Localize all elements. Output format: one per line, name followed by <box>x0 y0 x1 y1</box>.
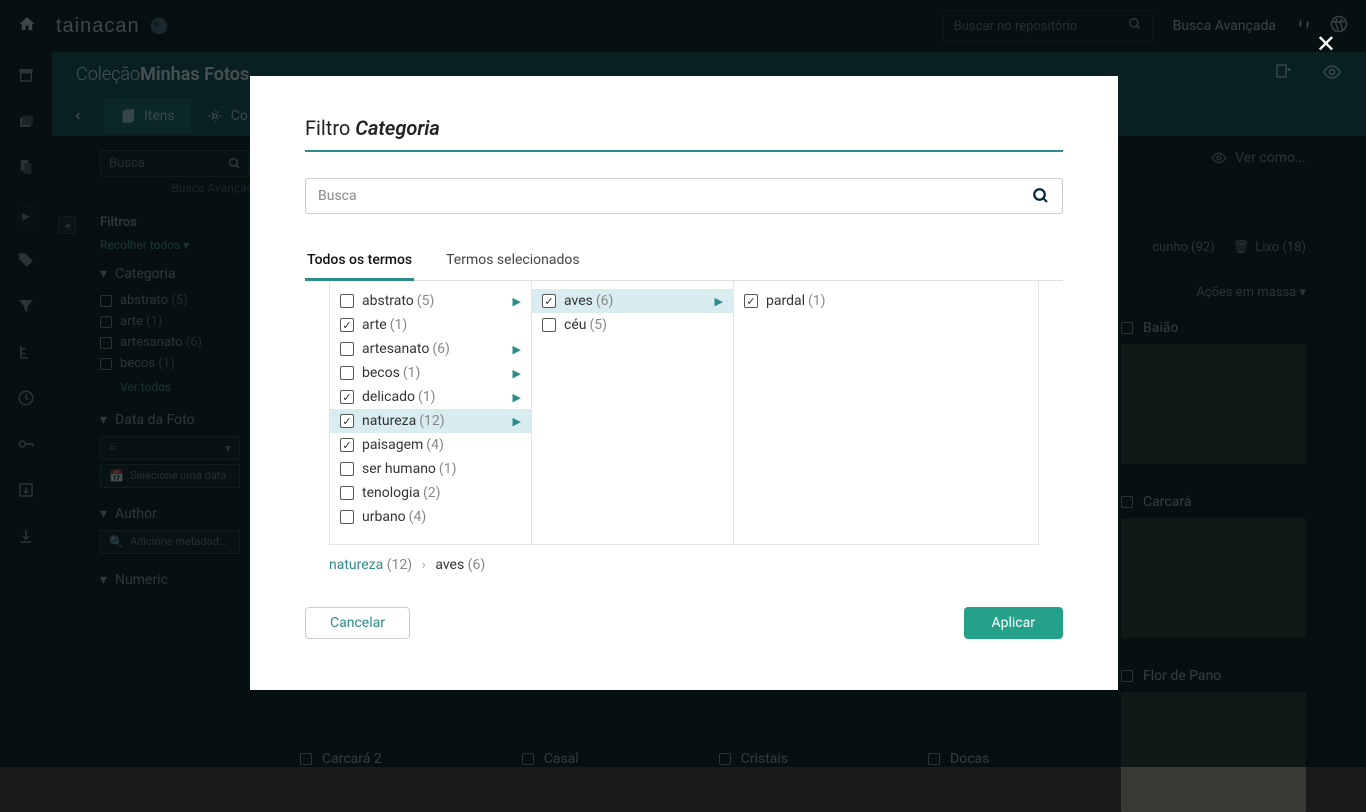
term-col-1: abstrato (5)▶arte (1)artesanato (6)▶beco… <box>330 281 532 544</box>
term-row[interactable]: aves (6)▶ <box>532 289 733 313</box>
checkbox-icon[interactable] <box>340 462 354 476</box>
term-breadcrumb: natureza (12) › aves (6) <box>329 557 1039 573</box>
filter-modal: Filtro Categoria Todos os termos Termos … <box>250 76 1118 690</box>
checkbox-icon[interactable] <box>340 342 354 356</box>
checkbox-icon[interactable] <box>340 438 354 452</box>
term-row[interactable]: becos (1)▶ <box>330 361 531 385</box>
term-row[interactable]: natureza (12)▶ <box>330 409 531 433</box>
tab-selected-terms[interactable]: Termos selecionados <box>444 242 581 280</box>
close-button[interactable]: ✕ <box>1316 30 1336 58</box>
checkbox-icon[interactable] <box>542 318 556 332</box>
checkbox-icon[interactable] <box>340 510 354 524</box>
chevron-right-icon: ▶ <box>513 295 521 308</box>
checkbox-icon[interactable] <box>340 486 354 500</box>
term-row[interactable]: abstrato (5)▶ <box>330 289 531 313</box>
modal-search[interactable] <box>305 178 1063 214</box>
term-row[interactable]: tenologia (2) <box>330 481 531 505</box>
checkbox-icon[interactable] <box>340 294 354 308</box>
term-columns: abstrato (5)▶arte (1)artesanato (6)▶beco… <box>329 281 1039 545</box>
checkbox-icon[interactable] <box>542 294 556 308</box>
term-col-2: aves (6)▶céu (5) <box>532 281 734 544</box>
search-icon <box>1032 187 1050 205</box>
chevron-right-icon: ▶ <box>513 391 521 404</box>
modal-actions: Cancelar Aplicar <box>305 607 1063 639</box>
term-col-3: pardal (1) <box>734 281 936 544</box>
modal-title: Filtro Categoria <box>305 116 1063 152</box>
checkbox-icon[interactable] <box>340 414 354 428</box>
checkbox-icon[interactable] <box>340 366 354 380</box>
checkbox-icon[interactable] <box>744 294 758 308</box>
bc-natureza[interactable]: natureza <box>329 557 383 573</box>
term-row[interactable]: arte (1) <box>330 313 531 337</box>
chevron-right-icon: ▶ <box>715 295 723 308</box>
modal-search-input[interactable] <box>318 188 1032 204</box>
bc-aves: aves <box>435 557 464 573</box>
chevron-right-icon: ▶ <box>513 415 521 428</box>
term-row[interactable]: artesanato (6)▶ <box>330 337 531 361</box>
term-row[interactable]: delicado (1)▶ <box>330 385 531 409</box>
checkbox-icon[interactable] <box>340 390 354 404</box>
tab-all-terms[interactable]: Todos os termos <box>305 242 414 281</box>
term-row[interactable]: pardal (1) <box>734 289 936 313</box>
term-row[interactable]: paisagem (4) <box>330 433 531 457</box>
checkbox-icon[interactable] <box>340 318 354 332</box>
cancel-button[interactable]: Cancelar <box>305 607 410 639</box>
modal-tabs: Todos os termos Termos selecionados <box>305 242 1063 281</box>
term-row[interactable]: urbano (4) <box>330 505 531 529</box>
term-row[interactable]: céu (5) <box>532 313 733 337</box>
chevron-right-icon: ▶ <box>513 367 521 380</box>
chevron-right-icon: ▶ <box>513 343 521 356</box>
apply-button[interactable]: Aplicar <box>964 607 1064 639</box>
term-row[interactable]: ser humano (1) <box>330 457 531 481</box>
